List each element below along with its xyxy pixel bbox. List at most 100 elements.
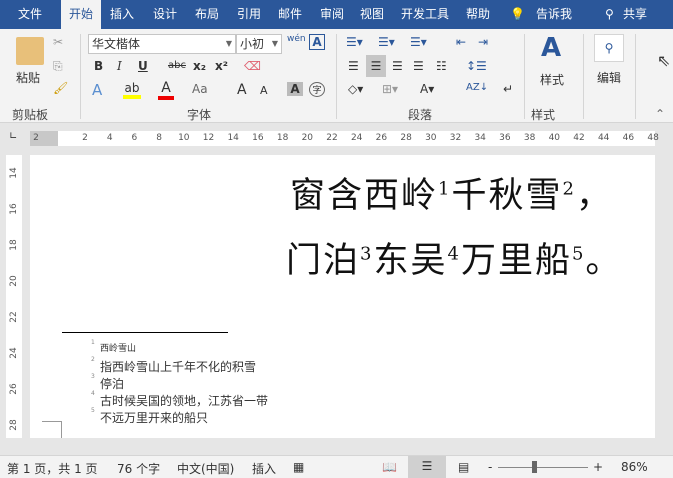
paste-icon[interactable] [16, 37, 44, 65]
language[interactable]: 中文(中国) [177, 460, 234, 477]
web-layout-icon[interactable]: ▤ [458, 460, 469, 474]
tab-home[interactable]: 开始 [61, 0, 102, 29]
increase-indent-icon[interactable]: ⇥ [478, 35, 488, 49]
char-border-icon[interactable]: A [309, 34, 325, 50]
page-count[interactable]: 第 1 页，共 1 页 [7, 460, 98, 477]
tab-file[interactable]: 文件 [18, 0, 42, 29]
poem-text: 千秋雪 [451, 176, 563, 216]
align-center-icon[interactable]: ☰ [366, 55, 386, 77]
vruler-tick: 18 [9, 239, 19, 251]
tab-references[interactable]: 引用 [237, 0, 261, 29]
font-color-icon[interactable]: A [158, 80, 174, 100]
word-count[interactable]: 76 个字 [117, 460, 160, 477]
change-case-button[interactable]: Aa [192, 82, 208, 96]
footnote[interactable]: 2 指西岭雪山上千年不化的积雪 [91, 356, 256, 375]
zoom-slider-thumb[interactable] [531, 461, 537, 473]
show-marks-icon[interactable]: ↵ [503, 82, 513, 96]
bold-button[interactable]: B [94, 59, 103, 73]
decrease-indent-icon[interactable]: ⇤ [456, 35, 466, 49]
line-spacing-icon[interactable]: ↕☰ [466, 59, 487, 73]
borders-icon[interactable]: ⊞▾ [382, 82, 398, 96]
tell-me-button[interactable]: 告诉我 [536, 0, 572, 29]
tab-design[interactable]: 设计 [153, 0, 177, 29]
read-mode-icon[interactable]: 📖 [382, 460, 397, 474]
ruler-tick: 14 [227, 133, 239, 143]
footnote[interactable]: 5 不远万里开来的船只 [91, 407, 208, 426]
tab-selector-icon[interactable]: ∟ [9, 131, 17, 142]
ruler-tick: 6 [131, 133, 138, 143]
subscript-button[interactable]: x₂ [193, 59, 206, 73]
shading-icon[interactable]: ◇▾ [348, 82, 363, 96]
ruler-tick: 40 [548, 133, 561, 143]
footnote-ref[interactable]: 2 [562, 178, 575, 199]
footnote-ref[interactable]: 4 [447, 243, 460, 264]
document-page[interactable]: 窗含西岭1千秋雪2， 门泊3东吴4万里船5。 1 西岭雪山 2 指西岭雪山上千年不化的… [30, 155, 655, 438]
zoom-out-button[interactable]: - [488, 460, 492, 474]
poem-line-2: 门泊3东吴4万里船5。 [286, 232, 622, 283]
justify-icon[interactable]: ☰ [413, 59, 424, 73]
grow-font-button[interactable]: A [237, 82, 247, 98]
shrink-font-button[interactable]: A [260, 84, 268, 97]
clear-format-icon[interactable]: ⌫ [244, 59, 261, 73]
footnote[interactable]: 1 西岭雪山 [91, 339, 136, 354]
tab-mailings[interactable]: 邮件 [278, 0, 302, 29]
bullets-icon[interactable]: ☰▾ [346, 35, 363, 49]
ruler-tick: 20 [301, 133, 314, 143]
footnote[interactable]: 3 停泊 [91, 373, 124, 392]
tab-review[interactable]: 审阅 [320, 0, 344, 29]
cut-icon[interactable]: ✂ [53, 35, 63, 49]
highlight-icon[interactable]: ab [123, 81, 141, 99]
footnote-ref[interactable]: 5 [572, 243, 585, 264]
zoom-in-button[interactable]: + [593, 460, 603, 474]
footnote-ref[interactable]: 1 [438, 178, 451, 199]
vruler-tick: 22 [9, 311, 19, 323]
footnote-ref[interactable]: 3 [360, 243, 373, 264]
footnote[interactable]: 4 古时候吴国的领地，江苏省一带 [91, 390, 269, 409]
align-right-icon[interactable]: ☰ [392, 59, 403, 73]
zoom-slider[interactable] [498, 467, 588, 468]
copy-icon[interactable]: ⎘ [53, 59, 63, 74]
search-icon[interactable]: ⚲ [594, 34, 624, 62]
text-effects-icon[interactable]: A [92, 81, 102, 99]
superscript-button[interactable]: x² [215, 59, 228, 73]
ruler-tick: 2 [82, 133, 88, 143]
styles-button[interactable]: 样式 [540, 71, 564, 88]
share-button[interactable]: 共享 [623, 0, 647, 29]
underline-button[interactable]: U [138, 59, 148, 73]
tab-help[interactable]: 帮助 [466, 0, 490, 29]
footnote-text: 古时候吴国的领地，江苏省一带 [100, 394, 269, 408]
ruler-tick: 48 [647, 133, 659, 143]
italic-button[interactable]: I [117, 59, 122, 73]
collapse-ribbon-icon[interactable]: ⌃ [655, 107, 665, 121]
footnote-number: 1 [91, 339, 95, 346]
asian-layout-icon[interactable]: A▾ [420, 82, 434, 96]
print-layout-icon[interactable]: ☰ [408, 456, 446, 478]
paste-button[interactable]: 粘贴 [16, 69, 40, 86]
zoom-level[interactable]: 86% [621, 460, 648, 474]
insert-mode[interactable]: 插入 [252, 460, 276, 477]
poem-text: 门泊 [286, 241, 361, 281]
ruler-tick: 34 [474, 133, 486, 143]
poem-text: 窗含西岭 [290, 176, 439, 216]
char-shading-icon[interactable]: A [287, 82, 303, 96]
styles-icon[interactable]: A [541, 33, 561, 63]
font-name-combo[interactable]: 华文楷体 ▼ [88, 34, 236, 54]
numbering-icon[interactable]: ☰▾ [378, 35, 395, 49]
phonetic-guide-icon[interactable]: wén [287, 34, 306, 44]
sort-icon[interactable]: AZ↓ [466, 82, 488, 93]
multilevel-list-icon[interactable]: ☰▾ [410, 35, 427, 49]
tab-view[interactable]: 视图 [360, 0, 384, 29]
tab-insert[interactable]: 插入 [110, 0, 134, 29]
distributed-icon[interactable]: ☷ [436, 59, 447, 73]
footnote-number: 5 [91, 407, 95, 414]
format-painter-icon[interactable]: 🖌 [53, 81, 68, 95]
ruler-tick: 38 [523, 133, 536, 143]
enclose-char-icon[interactable]: 字 [309, 82, 325, 97]
tab-developer[interactable]: 开发工具 [401, 0, 449, 29]
macro-icon[interactable]: ▦ [293, 460, 304, 474]
tab-layout[interactable]: 布局 [195, 0, 219, 29]
align-left-icon[interactable]: ☰ [348, 59, 359, 73]
editing-button[interactable]: 编辑 [597, 69, 621, 86]
font-size-combo[interactable]: 小初 ▼ [236, 34, 282, 54]
strikethrough-button[interactable]: abc [168, 60, 186, 71]
